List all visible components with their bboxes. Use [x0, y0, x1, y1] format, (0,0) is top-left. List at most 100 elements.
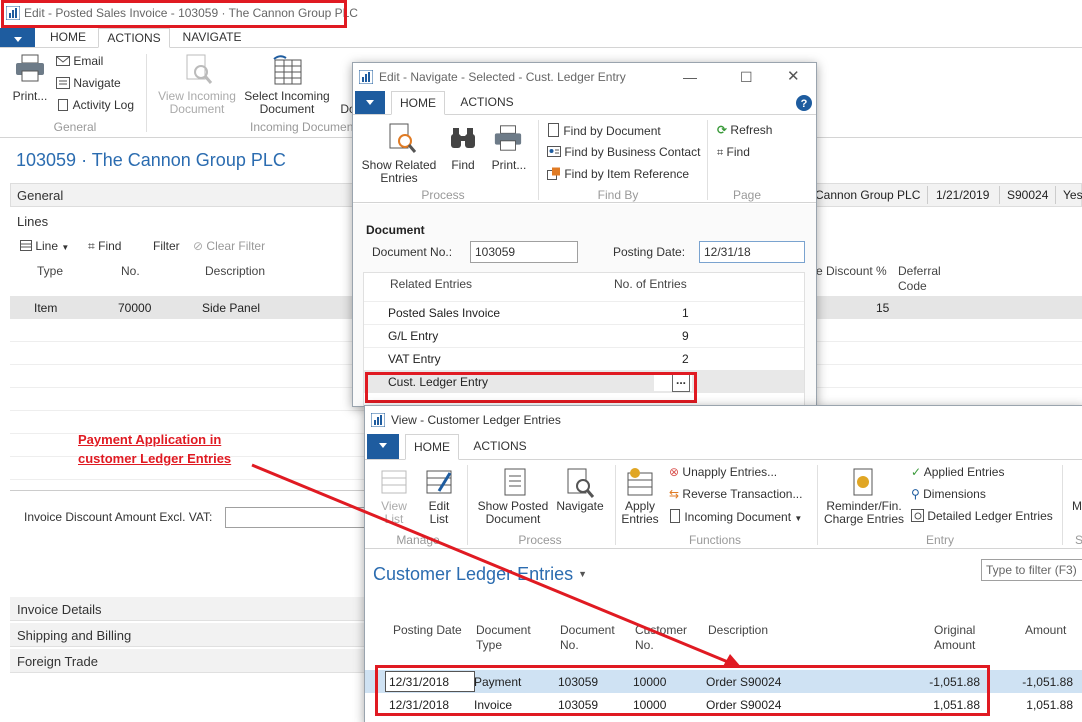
edit-list-icon: [426, 470, 452, 494]
foreign-trade-label: Foreign Trade: [17, 654, 98, 669]
navigate-ribbon-sep-1: [538, 120, 539, 200]
unapply-icon: ⊗: [669, 465, 680, 479]
line-row-type: Item: [34, 301, 58, 315]
tab-navigate[interactable]: NAVIGATE: [172, 28, 252, 47]
ledger-page-title[interactable]: Customer Ledger Entries ▼: [373, 564, 587, 585]
line-menu-button[interactable]: Line ▼: [20, 239, 69, 253]
navigate-menu-dropdown[interactable]: [355, 91, 385, 114]
general-divider-3: [1055, 186, 1056, 204]
reverse-transaction-button[interactable]: ⇆ Reverse Transaction...: [669, 487, 802, 501]
minimize-icon[interactable]: —: [683, 63, 697, 91]
applied-entries-label: Applied Entries: [923, 465, 1005, 479]
page-find-button[interactable]: ⌗ Find: [717, 145, 750, 160]
view-list-icon: [381, 470, 407, 494]
page-find-label: Find: [726, 145, 750, 159]
app-icon: [371, 413, 385, 427]
navigate-window-title: Edit - Navigate - Selected - Cust. Ledge…: [379, 70, 626, 84]
ledger-page-title-text: Customer Ledger Entries: [373, 564, 574, 584]
edit-list-button[interactable]: Edit List: [420, 500, 458, 526]
navigate-tab-actions[interactable]: ACTIONS: [451, 91, 523, 114]
related-row-2-name: VAT Entry: [388, 352, 441, 366]
lines-section-label[interactable]: Lines: [17, 214, 48, 229]
apply-entries-button[interactable]: Apply Entries: [617, 500, 663, 526]
find-by-item-button[interactable]: Find by Item Reference: [547, 167, 689, 181]
lines-filter-button[interactable]: Filter: [153, 239, 180, 253]
app-icon: [359, 70, 373, 84]
invoice-details-label: Invoice Details: [17, 602, 102, 617]
ledger-tab-actions[interactable]: ACTIONS: [465, 434, 535, 459]
find-by-item-label: Find by Item Reference: [564, 167, 690, 181]
navigate-tabs: HOME ACTIONS ?: [353, 91, 816, 115]
view-incoming-icon: [186, 54, 213, 84]
show-related-entries-button[interactable]: Show Related Entries: [359, 159, 439, 185]
ledger-navigate-button[interactable]: Navigate: [553, 500, 607, 513]
ledger-tab-home[interactable]: HOME: [405, 434, 459, 460]
general-customer-value: Cannon Group PLC: [815, 188, 921, 202]
incoming-document-button[interactable]: Incoming Document ▼: [669, 509, 802, 524]
find-by-document-button[interactable]: Find by Document: [547, 123, 661, 138]
posting-date-input[interactable]: 12/31/18: [699, 241, 805, 263]
invoice-discount-input[interactable]: [225, 507, 365, 528]
lines-header-description: Description: [205, 264, 266, 278]
checkmark-icon: ✓: [911, 465, 922, 479]
clear-filter-label: Clear Filter: [206, 239, 266, 253]
chevron-down-icon: ▼: [61, 243, 70, 252]
print-button[interactable]: Print...: [12, 90, 48, 103]
navigate-button[interactable]: Navigate: [56, 76, 121, 90]
close-icon[interactable]: ✕: [787, 63, 800, 91]
activity-log-button[interactable]: Activity Log: [56, 98, 134, 112]
view-incoming-document-button[interactable]: View Incoming Document: [152, 90, 242, 116]
email-button[interactable]: Email: [56, 54, 103, 68]
incoming-label: Incoming Document: [684, 510, 792, 524]
detailed-ledger-button[interactable]: Detailed Ledger Entries: [911, 509, 1053, 523]
navigate-titlebar: Edit - Navigate - Selected - Cust. Ledge…: [353, 63, 816, 91]
navigate-tab-home[interactable]: HOME: [391, 91, 445, 115]
ledger-header-description: Description: [708, 623, 769, 637]
dimensions-button[interactable]: ⚲ Dimensions: [911, 487, 986, 501]
binoculars-icon: ⌗: [88, 239, 95, 253]
posting-date-label: Posting Date:: [613, 245, 686, 259]
ledger-ribbon-sep-4: [1062, 465, 1063, 545]
manage-group-label: Manage: [396, 533, 440, 547]
maximize-icon[interactable]: ☐: [740, 63, 753, 91]
shipping-billing-label: Shipping and Billing: [17, 628, 132, 643]
view-list-button[interactable]: View List: [375, 500, 413, 526]
main-menu-dropdown[interactable]: [0, 28, 35, 47]
ledger-menu-dropdown[interactable]: [367, 434, 399, 459]
detailed-ledger-icon: [911, 509, 924, 522]
find-by-contact-button[interactable]: Find by Business Contact: [547, 145, 700, 159]
clear-filter-button[interactable]: ⊘ Clear Filter: [193, 239, 265, 253]
document-icon: [548, 123, 559, 137]
ledger-window-title: View - Customer Ledger Entries: [391, 413, 561, 427]
navigate-find-button[interactable]: Find: [445, 159, 481, 172]
more-button-cut[interactable]: M: [1071, 500, 1082, 513]
tab-home[interactable]: HOME: [40, 28, 96, 47]
process-group-label: Process: [421, 188, 465, 202]
ledger-rows-highlight: [375, 665, 990, 716]
tab-actions[interactable]: ACTIONS: [98, 28, 170, 48]
navigate-icon: [56, 77, 70, 89]
applied-entries-button[interactable]: ✓ Applied Entries: [911, 465, 1004, 479]
unapply-entries-button[interactable]: ⊗ Unapply Entries...: [669, 465, 777, 479]
select-incoming-document-button[interactable]: Select Incoming Document: [242, 90, 332, 116]
show-posted-document-button[interactable]: Show Posted Document: [473, 500, 553, 526]
lines-header-no: No.: [121, 264, 140, 278]
reminder-icon: [853, 468, 873, 496]
document-no-input[interactable]: 103059: [470, 241, 578, 263]
ledger-header-customer-no: Customer No.: [635, 623, 688, 652]
ledger-process-group-label: Process: [518, 533, 562, 547]
page-group-label: Page: [732, 188, 762, 202]
filter-input[interactable]: Type to filter (F3): [981, 559, 1082, 581]
reverse-label: Reverse Transaction...: [682, 487, 803, 501]
ledger-header-amount: Amount: [1025, 623, 1067, 637]
navigate-print-button[interactable]: Print...: [489, 159, 529, 172]
grid-icon: [20, 240, 32, 251]
refresh-button[interactable]: ⟳ Refresh: [717, 123, 772, 137]
general-divider-2: [999, 186, 1000, 204]
refresh-icon: ⟳: [717, 123, 728, 137]
navigate-ribbon-sep-2: [707, 120, 708, 200]
help-icon[interactable]: ?: [795, 94, 813, 112]
annotation-line2: customer Ledger Entries: [78, 451, 232, 466]
lines-find-button[interactable]: ⌗ Find: [88, 239, 121, 254]
reminder-fin-charge-button[interactable]: Reminder/Fin. Charge Entries: [821, 500, 907, 526]
